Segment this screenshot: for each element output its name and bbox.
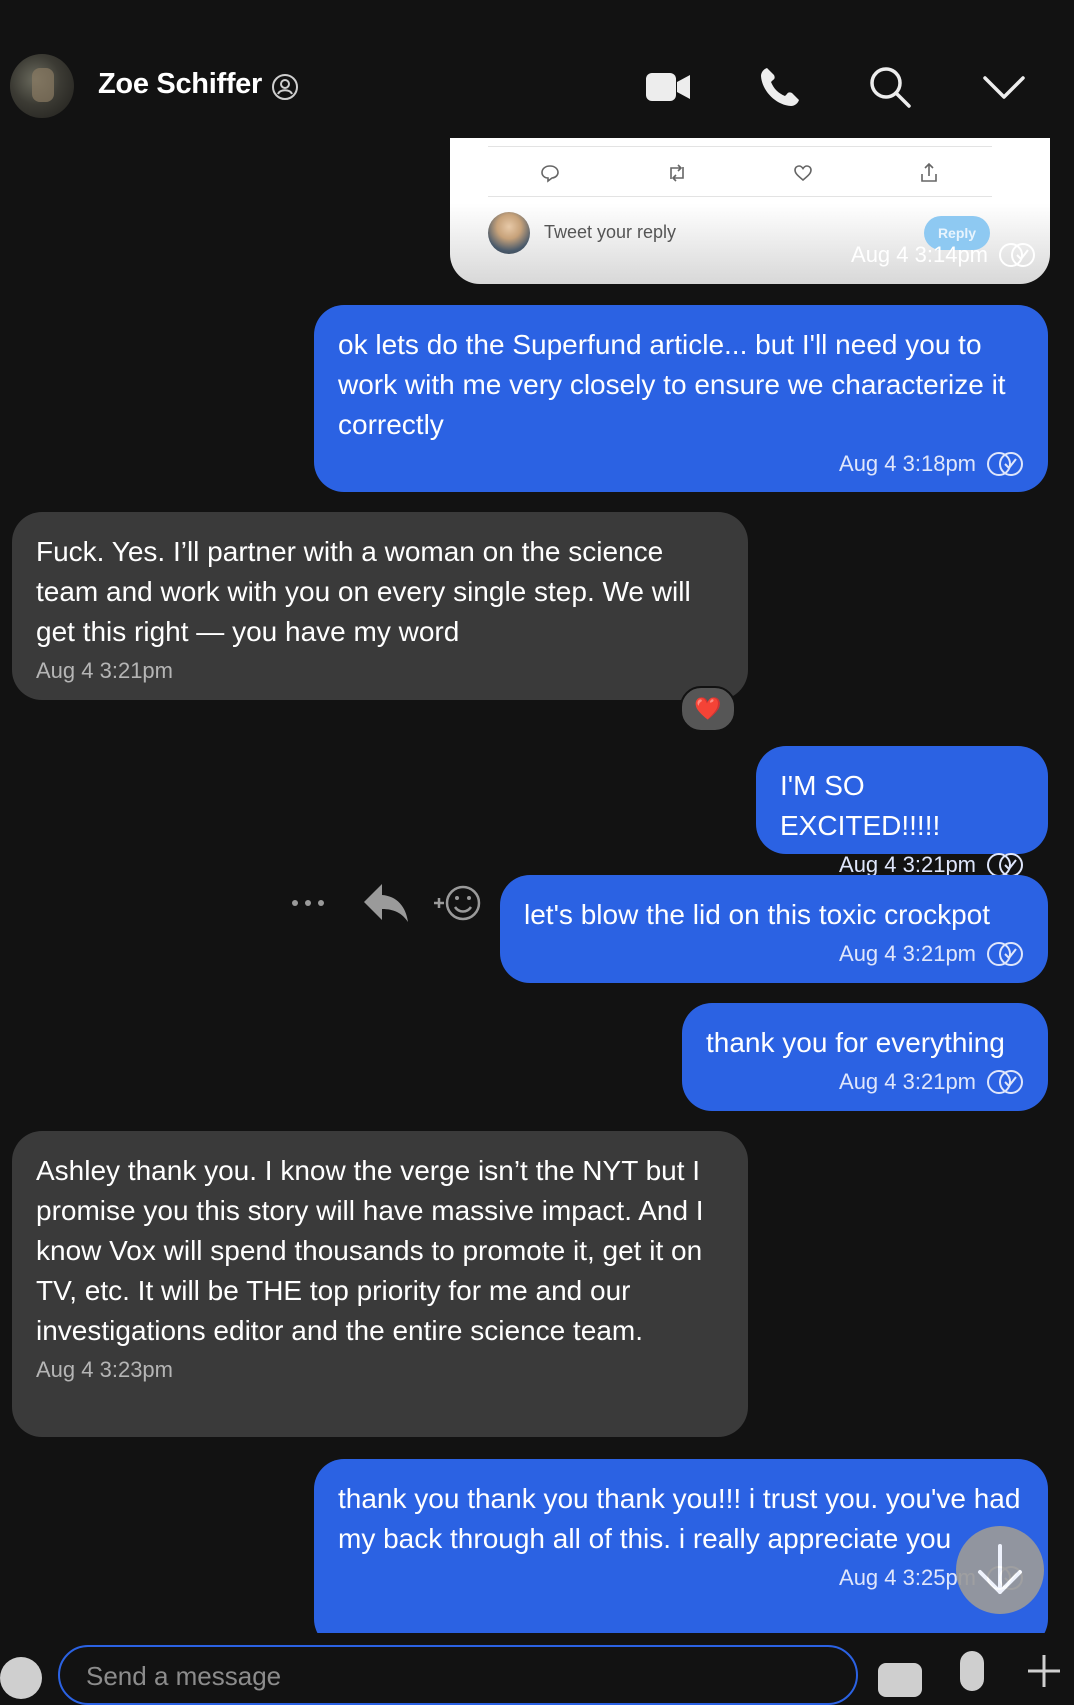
chat-header: Zoe Schiffer — [0, 0, 1074, 138]
message-text: thank you thank you thank you!!! i trust… — [338, 1483, 1021, 1554]
message-timestamp: Aug 4 3:23pm — [36, 1357, 173, 1382]
message-bubble-outgoing[interactable]: I'M SO EXCITED!!!!! Aug 4 3:21pm — [756, 746, 1048, 877]
contact-avatar[interactable] — [10, 54, 74, 118]
message-meta: Aug 4 3:18pm — [338, 449, 1024, 479]
message-timestamp: Aug 4 3:18pm — [839, 451, 976, 476]
message-meta: Aug 4 3:21pm — [36, 656, 724, 686]
message-bubble-outgoing[interactable]: thank you thank you thank you!!! i trust… — [314, 1459, 1048, 1633]
message-composer: Send a message — [0, 1633, 1074, 1705]
heart-reaction-icon: ❤️ — [694, 696, 722, 721]
retweet-icon — [670, 164, 684, 182]
tweet-reply-placeholder: Tweet your reply — [544, 222, 677, 242]
message-timestamp: Aug 4 3:21pm — [36, 658, 173, 683]
message-list[interactable]: Tweet your reply Reply Aug 4 3:14pm ok l… — [0, 138, 1074, 1633]
reply-icon[interactable] — [362, 882, 410, 924]
divider — [488, 196, 992, 197]
like-icon — [794, 165, 812, 182]
shared-tweet-card[interactable]: Tweet your reply Reply Aug 4 3:14pm — [450, 138, 1050, 284]
message-meta: Aug 4 3:21pm — [524, 939, 1024, 969]
share-icon — [921, 162, 937, 182]
message-bubble-incoming[interactable]: Ashley thank you. I know the verge isn’t… — [12, 1131, 748, 1437]
user-avatar — [488, 212, 530, 254]
message-meta: Aug 4 3:14pm — [851, 242, 1036, 268]
video-call-icon — [646, 73, 690, 101]
message-text: ok lets do the Superfund article... but … — [338, 329, 1006, 440]
comment-icon — [541, 165, 559, 183]
message-meta: Aug 4 3:23pm — [36, 1355, 724, 1385]
phone-call-button[interactable] — [754, 62, 806, 112]
contact-name[interactable]: Zoe Schiffer — [98, 68, 262, 101]
microphone-button[interactable] — [960, 1651, 984, 1691]
chevron-down-icon — [983, 76, 1025, 99]
more-actions-icon[interactable] — [290, 898, 330, 908]
read-receipt-icon — [987, 1070, 1023, 1094]
message-timestamp: Aug 4 3:21pm — [839, 1069, 976, 1094]
message-bubble-outgoing[interactable]: ok lets do the Superfund article... but … — [314, 305, 1048, 492]
message-bubble-outgoing[interactable]: thank you for everything Aug 4 3:21pm — [682, 1003, 1048, 1111]
add-reaction-icon[interactable] — [432, 882, 482, 924]
message-text: thank you for everything — [706, 1027, 1005, 1058]
more-options-button[interactable] — [978, 62, 1030, 112]
phone-icon — [761, 68, 799, 106]
message-hover-actions — [290, 878, 490, 928]
emoji-button[interactable] — [0, 1657, 42, 1699]
add-attachment-icon[interactable] — [1026, 1653, 1062, 1689]
read-receipt-icon — [999, 243, 1035, 267]
message-text: Fuck. Yes. I’ll partner with a woman on … — [36, 536, 691, 647]
message-text: Ashley thank you. I know the verge isn’t… — [36, 1155, 704, 1346]
divider — [488, 146, 992, 147]
message-timestamp: Aug 4 3:21pm — [839, 941, 976, 966]
message-text: let's blow the lid on this toxic crockpo… — [524, 899, 991, 930]
search-icon — [870, 67, 911, 108]
message-bubble-incoming[interactable]: Fuck. Yes. I’ll partner with a woman on … — [12, 512, 748, 700]
message-meta: Aug 4 3:21pm — [706, 1067, 1024, 1097]
message-input[interactable]: Send a message — [58, 1645, 858, 1705]
message-bubble-outgoing[interactable]: let's blow the lid on this toxic crockpo… — [500, 875, 1048, 983]
read-receipt-icon — [987, 942, 1023, 966]
verified-icon — [272, 74, 298, 100]
message-text: I'M SO EXCITED!!!!! — [780, 770, 941, 841]
camera-button[interactable] — [878, 1663, 922, 1697]
message-reaction[interactable]: ❤️ — [680, 686, 736, 732]
arrow-down-icon — [978, 1544, 1022, 1594]
search-button[interactable] — [864, 62, 916, 112]
read-receipt-icon — [987, 452, 1023, 476]
video-call-button[interactable] — [642, 62, 694, 112]
message-meta: Aug 4 3:25pm — [338, 1563, 1024, 1593]
scroll-to-bottom-button[interactable] — [956, 1526, 1044, 1614]
message-timestamp: Aug 4 3:14pm — [851, 242, 988, 267]
